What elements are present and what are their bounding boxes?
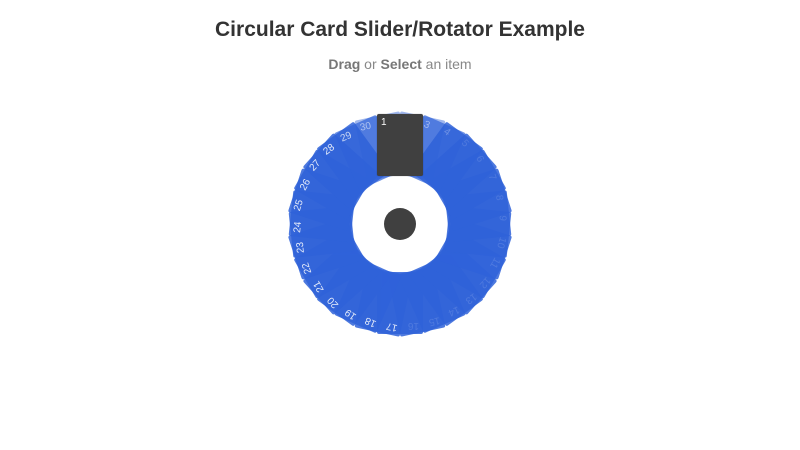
card-number: 22 [300, 261, 315, 276]
card-number: 23 [294, 241, 307, 255]
card-number: 24 [291, 220, 304, 233]
card-number: 29 [339, 129, 354, 145]
card-item[interactable]: 1 [377, 114, 423, 176]
rotator-hub[interactable] [384, 208, 416, 240]
card-number: 21 [311, 278, 327, 294]
card-number: 25 [292, 198, 307, 213]
card-number: 27 [307, 158, 324, 174]
card-number: 1 [381, 117, 387, 128]
card-number: 18 [363, 314, 379, 330]
card-number: 17 [385, 319, 399, 333]
page: Circular Card Slider/Rotator Example Dra… [0, 0, 800, 450]
card-number: 26 [297, 177, 313, 193]
card-number: 20 [325, 294, 342, 310]
card-number: 28 [321, 142, 338, 158]
card-number: 19 [343, 306, 359, 322]
card-number: 30 [359, 120, 373, 135]
